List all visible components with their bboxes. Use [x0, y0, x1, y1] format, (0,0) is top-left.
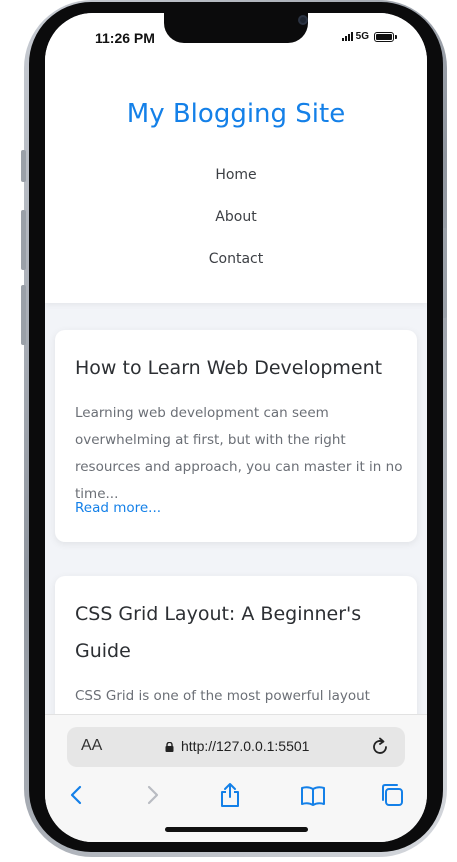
lock-icon	[165, 742, 174, 752]
home-indicator[interactable]	[165, 827, 308, 832]
forward-icon[interactable]	[138, 781, 166, 809]
post-excerpt: Learning web development can seem overwh…	[75, 405, 403, 502]
back-icon[interactable]	[63, 781, 91, 809]
battery-icon	[374, 31, 397, 42]
volume-up-button	[21, 210, 26, 270]
status-indicators: 5G	[341, 31, 397, 42]
url-text[interactable]: http://127.0.0.1:5501	[181, 738, 309, 754]
text-size-button[interactable]: AA	[81, 737, 102, 755]
site-header: My Blogging Site Home About Contact	[45, 13, 427, 303]
status-time: 11:26 PM	[95, 30, 155, 46]
post-card: How to Learn Web Development Learning we…	[55, 330, 417, 542]
nav-link-home[interactable]: Home	[45, 167, 427, 183]
nav-link-contact[interactable]: Contact	[45, 251, 427, 267]
post-title[interactable]: How to Learn Web Development	[75, 350, 401, 387]
network-label: 5G	[355, 31, 369, 42]
volume-down-button	[21, 285, 26, 345]
share-icon[interactable]	[216, 781, 244, 809]
front-camera	[298, 15, 308, 25]
tabs-icon[interactable]	[378, 781, 406, 809]
nav-link-about[interactable]: About	[45, 209, 427, 225]
reload-icon[interactable]	[369, 736, 391, 758]
notch	[164, 13, 308, 43]
post-title[interactable]: CSS Grid Layout: A Beginner's Guide	[75, 596, 401, 670]
read-more-link[interactable]: Read more...	[75, 500, 161, 516]
address-bar[interactable]: AA http://127.0.0.1:5501	[67, 727, 405, 767]
signal-icon	[341, 32, 353, 41]
phone-screen: My Blogging Site Home About Contact 11:2…	[45, 13, 427, 842]
site-title[interactable]: My Blogging Site	[45, 99, 427, 129]
browser-toolbar: AA http://127.0.0.1:5501	[45, 714, 427, 842]
mute-switch	[21, 150, 26, 182]
bookmarks-icon[interactable]	[299, 781, 327, 809]
